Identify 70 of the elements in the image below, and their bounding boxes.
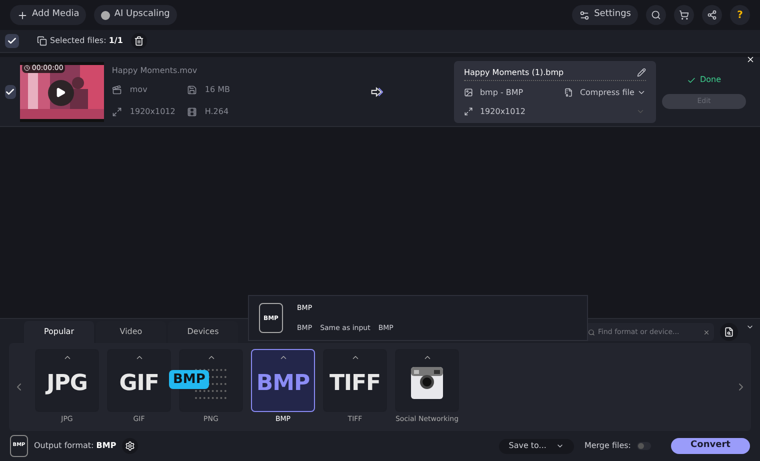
share-button[interactable] — [702, 5, 722, 25]
format-logo: GIF — [119, 370, 159, 398]
chevron-down-icon — [637, 88, 646, 97]
settings-button[interactable]: Settings — [572, 5, 638, 25]
done-status: Done — [686, 74, 722, 86]
format-icon — [112, 85, 122, 95]
format-tile[interactable] — [395, 349, 459, 412]
file-size: 16 MB — [204, 84, 230, 96]
output-format-label: Output format: BMP — [34, 440, 116, 452]
share-icon — [707, 10, 717, 20]
collapse-icon — [746, 323, 754, 331]
format-logo: JPG — [46, 370, 88, 398]
add-media-button[interactable]: Add Media — [10, 5, 86, 25]
output-format: bmp - BMP — [480, 86, 524, 98]
close-icon — [746, 55, 756, 64]
save-to-button[interactable]: Save to... — [498, 438, 574, 454]
files-icon — [37, 36, 47, 46]
output-settings-button[interactable] — [122, 438, 138, 454]
output-resolution: 1920x1012 — [480, 106, 526, 118]
check-icon — [5, 86, 16, 96]
resolution-icon — [464, 107, 473, 116]
clock-icon — [24, 64, 30, 71]
checkbox[interactable] — [5, 34, 19, 48]
checkbox[interactable] — [5, 84, 16, 98]
chevron-down-icon — [556, 442, 564, 450]
file-codec: H.264 — [204, 106, 229, 118]
trash-icon — [134, 36, 144, 46]
format-tile[interactable]: JPG — [35, 349, 99, 412]
clear-icon — [703, 328, 710, 336]
edit-name-icon — [637, 68, 646, 77]
help-button[interactable]: ? — [730, 5, 750, 25]
check-icon — [7, 36, 17, 46]
file-format: mov — [130, 84, 148, 96]
search-button[interactable] — [646, 5, 666, 25]
gear-icon — [125, 441, 136, 451]
category-tab[interactable]: Popular — [24, 321, 94, 343]
delete-button[interactable] — [130, 33, 147, 49]
play-icon — [55, 87, 66, 98]
cart-button[interactable] — [674, 5, 694, 25]
plus-icon — [17, 10, 28, 20]
search-icon — [651, 10, 661, 20]
check-icon — [686, 76, 696, 84]
disabled-dropdown-icon — [636, 107, 646, 116]
merge-files-label: Merge files: — [584, 440, 631, 452]
convert-button[interactable]: Convert — [671, 438, 750, 454]
format-finder-button[interactable] — [720, 323, 738, 341]
format-logo: TIFF — [329, 370, 381, 398]
image-icon — [464, 88, 473, 97]
size-icon — [186, 85, 197, 95]
convert-arrow-icon — [370, 86, 383, 98]
selected-files-label: Selected files: 1/1 — [50, 35, 123, 47]
resolution-icon — [112, 107, 122, 117]
cart-icon — [679, 10, 689, 20]
ai-upscaling-button[interactable]: AI Upscaling — [94, 5, 177, 25]
file-resolution: 1920x1012 — [130, 106, 176, 118]
merge-toggle[interactable] — [637, 442, 651, 450]
codec-icon — [186, 107, 197, 117]
format-tile[interactable]: BMP — [251, 349, 315, 412]
output-file-name: Happy Moments (1).bmp — [464, 66, 564, 78]
search-icon — [588, 328, 595, 336]
file-name: Happy Moments.mov — [112, 65, 198, 77]
format-tooltip: BMP — [169, 370, 210, 390]
file-search-icon — [724, 327, 734, 337]
settings-icon — [579, 10, 590, 20]
format-logo: BMP — [256, 370, 310, 398]
compress-icon — [564, 88, 573, 97]
compress-dropdown[interactable]: Compress file — [580, 86, 646, 98]
format-tile[interactable]: TIFF — [323, 349, 387, 412]
format-tile[interactable]: GIF — [107, 349, 171, 412]
camera-icon — [411, 367, 443, 400]
